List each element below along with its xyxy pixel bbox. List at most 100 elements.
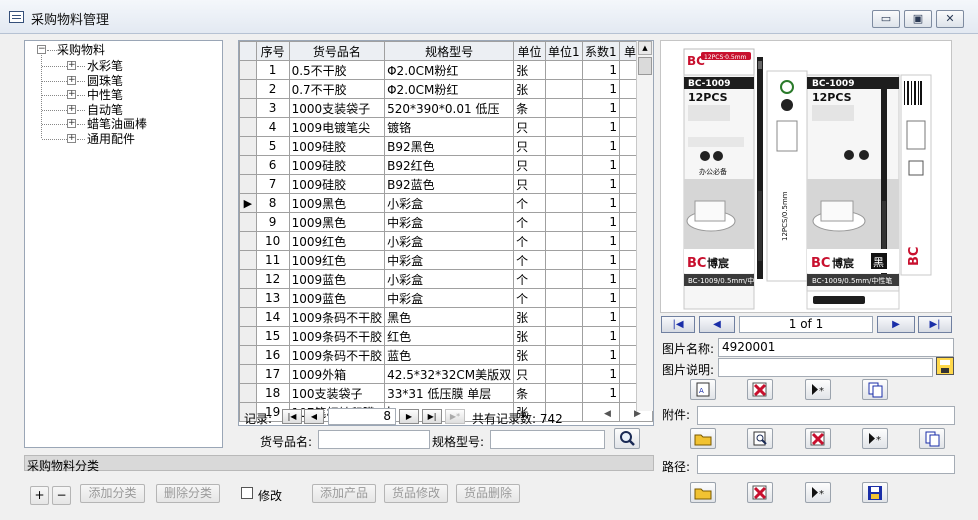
table-cell[interactable]: 1 [581, 98, 620, 118]
prev-record-icon[interactable]: ◀ [304, 409, 324, 424]
table-cell[interactable] [544, 269, 583, 289]
table-cell[interactable]: 1009硅胶 [288, 136, 386, 156]
tree-item[interactable]: 圆珠笔 [87, 74, 123, 88]
attachment-delete-button[interactable] [805, 428, 831, 449]
table-cell[interactable]: B92黑色 [384, 136, 515, 156]
row-selector[interactable] [239, 231, 257, 251]
table-cell[interactable]: 1 [581, 383, 620, 403]
table-cell[interactable]: 中彩盒 [384, 212, 515, 232]
attachment-input[interactable] [697, 406, 955, 425]
table-cell[interactable]: 中彩盒 [384, 288, 515, 308]
image-first-icon[interactable]: |◀ [661, 316, 695, 333]
column-header[interactable]: 规格型号 [384, 41, 515, 61]
record-number-input[interactable]: 8 [328, 408, 396, 425]
table-row[interactable]: 13 1009蓝色 中彩盒个 1 [239, 288, 653, 308]
table-cell[interactable]: 只 [513, 155, 546, 175]
table-cell[interactable]: 1 [581, 231, 620, 251]
table-cell[interactable]: B92蓝色 [384, 174, 515, 194]
table-row[interactable]: 15 1009条码不干胶 红色张 1 [239, 326, 653, 346]
table-row[interactable]: 2 0.7不干胶 Φ2.0CM粉红张 1 [239, 79, 653, 99]
table-cell[interactable] [544, 364, 583, 384]
table-cell[interactable]: 16 [255, 345, 290, 365]
close-button[interactable]: ✕ [936, 10, 964, 28]
table-cell[interactable]: 15 [255, 326, 290, 346]
row-selector[interactable] [239, 212, 257, 232]
row-selector[interactable] [239, 174, 257, 194]
tree-expand-icon[interactable]: + [67, 119, 76, 128]
table-cell[interactable]: 14 [255, 307, 290, 327]
image-name-input[interactable]: 4920001 [718, 338, 954, 357]
table-row[interactable]: 11 1009红色 中彩盒个 1 [239, 250, 653, 270]
grid-vertical-scrollbar[interactable]: ▲ [636, 41, 653, 411]
table-row[interactable]: 1 0.5不干胶 Φ2.0CM粉红张 1 [239, 60, 653, 80]
tree-item[interactable]: 自动笔 [87, 103, 123, 117]
image-desc-input[interactable] [718, 358, 933, 377]
table-row[interactable]: 6 1009硅胶 B92红色只 1 [239, 155, 653, 175]
path-new-button[interactable]: * [805, 482, 831, 503]
table-cell[interactable]: 11 [255, 250, 290, 270]
table-cell[interactable]: 个 [513, 269, 546, 289]
table-row[interactable]: 14 1009条码不干胶 黑色张 1 [239, 307, 653, 327]
table-cell[interactable]: 红色 [384, 326, 515, 346]
image-new-button[interactable]: * [805, 379, 831, 400]
table-cell[interactable]: 1009黑色 [288, 193, 386, 213]
row-selector[interactable] [239, 383, 257, 403]
table-cell[interactable]: 18 [255, 383, 290, 403]
table-cell[interactable]: 9 [255, 212, 290, 232]
table-cell[interactable]: 张 [513, 79, 546, 99]
table-cell[interactable]: 个 [513, 193, 546, 213]
table-row[interactable]: 18 100支装袋子 33*31 低压膜 单层条 1 [239, 383, 653, 403]
path-open-button[interactable] [690, 482, 716, 503]
attachment-preview-button[interactable] [747, 428, 773, 449]
table-cell[interactable]: 1009条码不干胶 [288, 326, 386, 346]
table-cell[interactable]: 张 [513, 307, 546, 327]
image-copy-button[interactable] [862, 379, 888, 400]
table-cell[interactable]: 0.7不干胶 [288, 79, 386, 99]
table-cell[interactable]: 只 [513, 174, 546, 194]
image-prev-icon[interactable]: ◀ [699, 316, 735, 333]
tree-expand-icon[interactable]: + [67, 90, 76, 99]
table-cell[interactable]: B92红色 [384, 155, 515, 175]
table-cell[interactable]: 条 [513, 383, 546, 403]
tree-root[interactable]: 采购物料 [57, 43, 105, 57]
table-cell[interactable]: 1009条码不干胶 [288, 345, 386, 365]
table-cell[interactable]: 1009蓝色 [288, 288, 386, 308]
table-cell[interactable]: 13 [255, 288, 290, 308]
table-cell[interactable]: 只 [513, 117, 546, 137]
last-record-icon[interactable]: ▶| [422, 409, 442, 424]
table-cell[interactable]: 1009蓝色 [288, 269, 386, 289]
spec-search-input[interactable] [490, 430, 605, 449]
table-cell[interactable]: 1 [581, 117, 620, 137]
table-row[interactable]: 9 1009黑色 中彩盒个 1 [239, 212, 653, 232]
row-selector[interactable] [239, 79, 257, 99]
image-scan-button[interactable]: A [690, 379, 716, 400]
table-cell[interactable]: 1 [581, 307, 620, 327]
table-cell[interactable] [544, 136, 583, 156]
table-cell[interactable]: 1 [581, 174, 620, 194]
table-cell[interactable]: 1000支装袋子 [288, 98, 386, 118]
table-cell[interactable]: 个 [513, 250, 546, 270]
h-scroll-right-icon[interactable]: ▶ [634, 409, 641, 419]
table-cell[interactable]: 1 [581, 250, 620, 270]
table-row[interactable]: 10 1009红色 小彩盒个 1 [239, 231, 653, 251]
table-row[interactable]: 5 1009硅胶 B92黑色只 1 [239, 136, 653, 156]
table-cell[interactable]: 1009外箱 [288, 364, 386, 384]
row-selector[interactable] [239, 98, 257, 118]
table-row[interactable]: 12 1009蓝色 小彩盒个 1 [239, 269, 653, 289]
scroll-up-icon[interactable]: ▲ [638, 41, 652, 55]
table-cell[interactable]: 3 [255, 98, 290, 118]
table-cell[interactable]: 7 [255, 174, 290, 194]
table-row[interactable]: 4 1009电镀笔尖 镀铬只 1 [239, 117, 653, 137]
table-cell[interactable]: 1009硅胶 [288, 155, 386, 175]
row-selector[interactable] [239, 345, 257, 365]
table-cell[interactable]: 1009黑色 [288, 212, 386, 232]
path-save-button[interactable] [862, 482, 888, 503]
minimize-button[interactable]: ▭ [872, 10, 900, 28]
table-cell[interactable]: 小彩盒 [384, 269, 515, 289]
table-cell[interactable] [544, 383, 583, 403]
table-cell[interactable]: 10 [255, 231, 290, 251]
table-cell[interactable]: 1 [581, 136, 620, 156]
table-cell[interactable]: 6 [255, 155, 290, 175]
table-cell[interactable]: 33*31 低压膜 单层 [384, 383, 515, 403]
table-cell[interactable]: 2 [255, 79, 290, 99]
